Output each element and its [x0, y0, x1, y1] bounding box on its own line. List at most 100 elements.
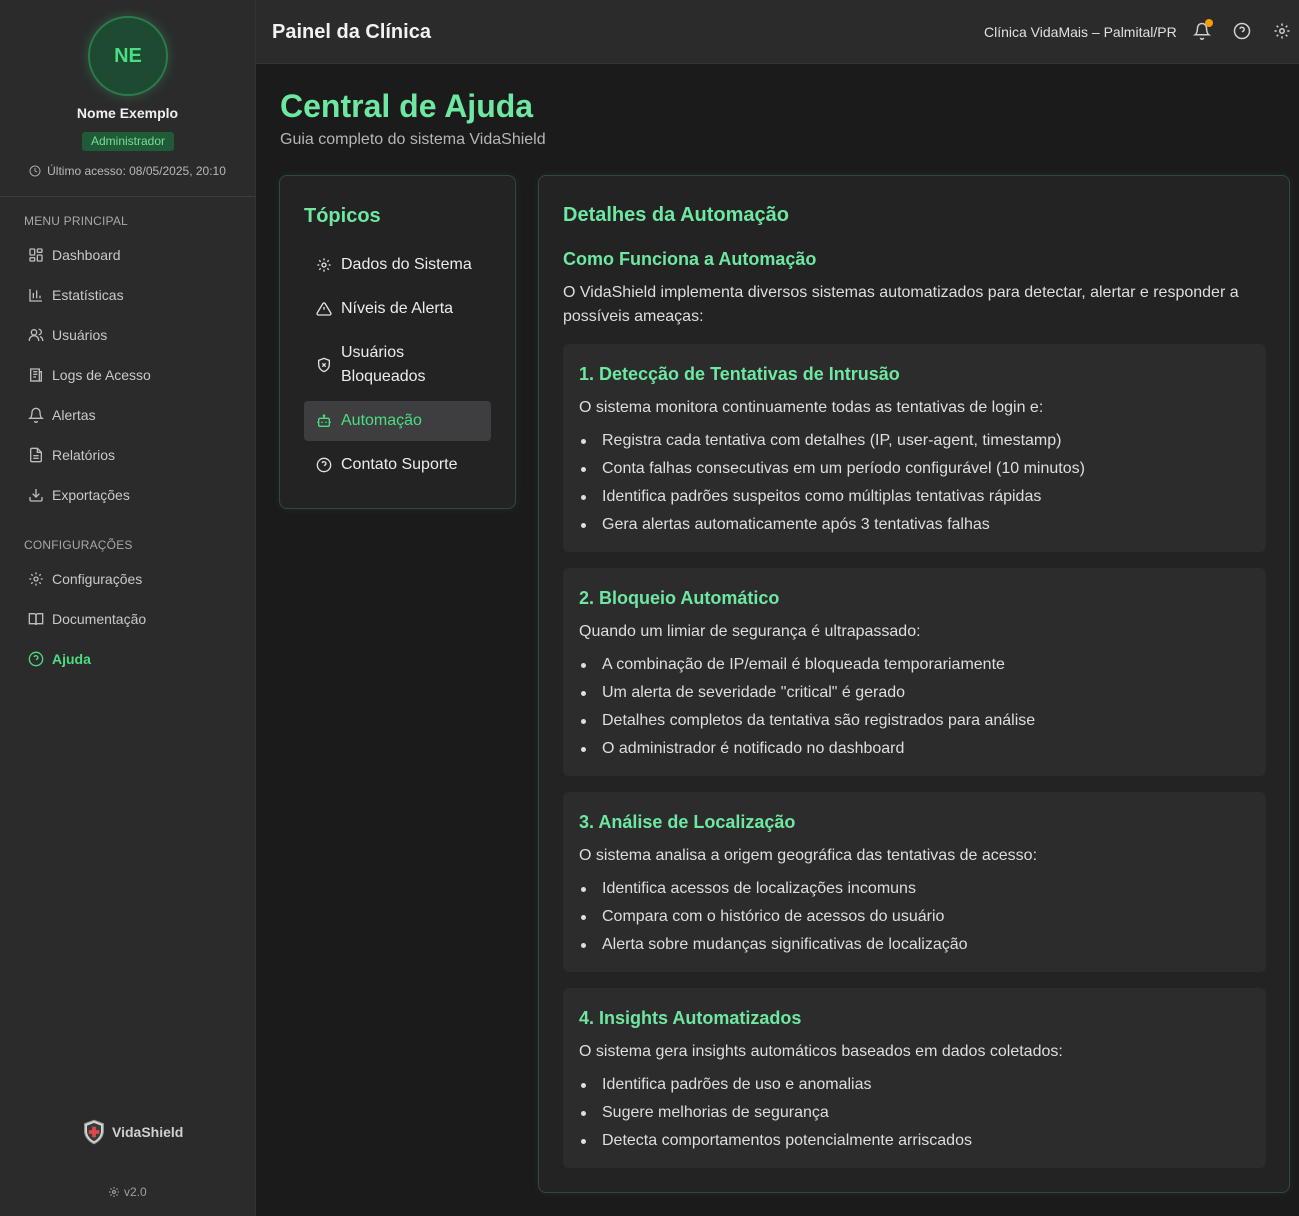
- help-icon: [28, 651, 44, 667]
- sidebar-item-label: Alertas: [52, 407, 96, 423]
- topics-title: Tópicos: [304, 205, 381, 227]
- book-icon: [28, 613, 44, 626]
- role-badge: Administrador: [82, 132, 174, 151]
- topics-panel: Tópicos Dados do Sistema Níveis de Alert…: [279, 175, 516, 509]
- page-title: Central de Ajuda: [280, 88, 534, 124]
- section-card-blocking: 2. Bloqueio Automático Quando um limiar …: [563, 568, 1266, 776]
- version-label: v2.0: [124, 1185, 147, 1199]
- top-header: Painel da Clínica Clínica VidaMais – Pal…: [256, 0, 1299, 64]
- sidebar-item-label: Estatísticas: [52, 287, 124, 303]
- list-item: Sugere melhorias de segurança: [579, 1099, 972, 1127]
- warning-icon: [316, 302, 332, 316]
- main-menu-title: MENU PRINCIPAL: [24, 214, 128, 228]
- section-desc: Quando um limiar de segurança é ultrapas…: [579, 623, 921, 640]
- bell-icon: [28, 407, 44, 423]
- section-title: 2. Bloqueio Automático: [579, 588, 780, 608]
- how-it-works-title: Como Funciona a Automação: [563, 249, 817, 269]
- gear-icon: [109, 1187, 119, 1197]
- sidebar-item-dashboard[interactable]: Dashboard: [12, 238, 244, 272]
- download-icon: [29, 489, 43, 502]
- section-card-location: 3. Análise de Localização O sistema anal…: [563, 792, 1266, 972]
- section-list: Registra cada tentativa com detalhes (IP…: [579, 427, 1085, 539]
- bot-icon: [317, 414, 331, 427]
- section-card-insights: 4. Insights Automatizados O sistema gera…: [563, 988, 1266, 1168]
- sidebar: NE Nome Exemplo Administrador Último ace…: [0, 0, 256, 1216]
- section-list: Identifica padrões de uso e anomalias Su…: [579, 1071, 972, 1155]
- sidebar-item-exportacoes[interactable]: Exportações: [12, 478, 244, 512]
- user-profile: NE Nome Exemplo Administrador Último ace…: [0, 0, 255, 197]
- section-desc: O sistema analisa a origem geográfica da…: [579, 847, 1038, 864]
- help-button[interactable]: [1233, 22, 1251, 40]
- list-item: Detecta comportamentos potencialmente ar…: [579, 1127, 972, 1155]
- list-item: Registra cada tentativa com detalhes (IP…: [579, 427, 1085, 455]
- list-item: O administrador é notificado no dashboar…: [579, 735, 1035, 763]
- sidebar-item-ajuda[interactable]: Ajuda: [12, 642, 244, 676]
- topic-automacao[interactable]: Automação: [304, 401, 491, 441]
- config-menu-title: CONFIGURAÇÕES: [24, 538, 133, 552]
- section-list: Identifica acessos de localizações incom…: [579, 875, 968, 959]
- version-info: v2.0: [108, 1185, 147, 1199]
- list-item: Identifica padrões de uso e anomalias: [579, 1071, 972, 1099]
- section-list: A combinação de IP/email é bloqueada tem…: [579, 651, 1035, 763]
- sidebar-item-estatisticas[interactable]: Estatísticas: [12, 278, 244, 312]
- list-item: Gera alertas automaticamente após 3 tent…: [579, 511, 1085, 539]
- topic-niveis-alerta[interactable]: Níveis de Alerta: [304, 289, 491, 329]
- sidebar-item-label: Dashboard: [52, 247, 121, 263]
- header-title: Painel da Clínica: [272, 21, 431, 43]
- sidebar-item-alertas[interactable]: Alertas: [12, 398, 244, 432]
- brand-name: VidaShield: [112, 1124, 184, 1140]
- file-icon: [30, 447, 42, 463]
- shield-cross-icon: [84, 1119, 104, 1145]
- section-desc: O sistema gera insights automáticos base…: [579, 1043, 1063, 1060]
- list-item: Compara com o histórico de acessos do us…: [579, 903, 968, 931]
- bar-chart-icon: [29, 289, 42, 302]
- list-item: Alerta sobre mudanças significativas de …: [579, 931, 968, 959]
- sidebar-item-label: Relatórios: [52, 447, 116, 463]
- details-panel: Detalhes da Automação Como Funciona a Au…: [538, 175, 1290, 1193]
- details-title: Detalhes da Automação: [563, 204, 789, 226]
- list-item: Identifica acessos de localizações incom…: [579, 875, 968, 903]
- help-icon: [316, 457, 332, 473]
- sidebar-item-relatorios[interactable]: Relatórios: [12, 438, 244, 472]
- section-title: 4. Insights Automatizados: [579, 1008, 802, 1028]
- clinic-name: Clínica VidaMais – Palmital/PR: [984, 24, 1177, 40]
- gear-icon: [1274, 23, 1290, 39]
- sidebar-item-label: Logs de Acesso: [52, 367, 151, 383]
- topic-label: Contato Suporte: [341, 456, 458, 473]
- logs-icon: [30, 368, 42, 382]
- settings-button[interactable]: [1273, 22, 1291, 40]
- help-icon: [1233, 22, 1251, 40]
- brand-logo: VidaShield: [80, 1118, 183, 1146]
- gear-icon: [317, 258, 331, 272]
- gear-icon: [29, 572, 43, 586]
- list-item: A combinação de IP/email é bloqueada tem…: [579, 651, 1035, 679]
- list-item: Identifica padrões suspeitos como múltip…: [579, 483, 1085, 511]
- topic-label: Automação: [341, 412, 422, 429]
- notifications-button[interactable]: [1193, 19, 1213, 40]
- intro-text: O VidaShield implementa diversos sistema…: [563, 284, 1239, 325]
- avatar[interactable]: NE: [88, 16, 168, 96]
- list-item: Um alerta de severidade "critical" é ger…: [579, 679, 1035, 707]
- section-title: 3. Análise de Localização: [579, 812, 796, 832]
- topic-label: Níveis de Alerta: [341, 300, 454, 317]
- topic-contato-suporte[interactable]: Contato Suporte: [304, 445, 491, 485]
- topic-usuarios-bloqueados[interactable]: Usuários Bloqueados: [304, 333, 491, 397]
- sidebar-item-label: Configurações: [52, 571, 143, 587]
- sidebar-item-logs[interactable]: Logs de Acesso: [12, 358, 244, 392]
- dashboard-icon: [29, 248, 43, 262]
- user-name: Nome Exemplo: [76, 105, 179, 121]
- users-icon: [28, 328, 44, 341]
- notification-dot: [1205, 19, 1213, 27]
- shield-x-icon: [318, 357, 330, 373]
- list-item: Detalhes completos da tentativa são regi…: [579, 707, 1035, 735]
- sidebar-item-label: Usuários: [52, 327, 108, 343]
- last-access-text: Último acesso: 08/05/2025, 20:10: [47, 164, 226, 178]
- sidebar-item-configuracoes[interactable]: Configurações: [12, 562, 244, 596]
- last-access: Último acesso: 08/05/2025, 20:10: [0, 164, 255, 178]
- section-card-intrusion: 1. Detecção de Tentativas de Intrusão O …: [563, 344, 1266, 552]
- section-desc: O sistema monitora continuamente todas a…: [579, 399, 1044, 416]
- sidebar-item-label: Ajuda: [52, 651, 91, 667]
- sidebar-item-documentacao[interactable]: Documentação: [12, 602, 244, 636]
- topic-dados-sistema[interactable]: Dados do Sistema: [304, 245, 491, 285]
- sidebar-item-usuarios[interactable]: Usuários: [12, 318, 244, 352]
